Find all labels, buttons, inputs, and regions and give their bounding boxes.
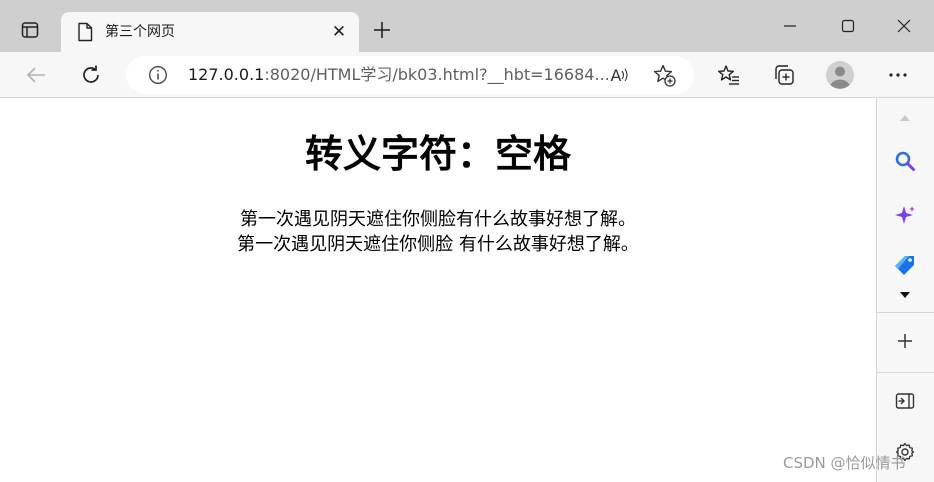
scroll-up-icon	[900, 115, 910, 121]
split-screen-icon	[895, 393, 915, 409]
refresh-icon	[83, 65, 99, 83]
new-tab-button[interactable]	[368, 16, 396, 44]
copilot-icon	[895, 206, 915, 224]
url-path: :8020/HTML学习/bk03.html?__hbt=16684...	[264, 65, 610, 84]
tab-close-button[interactable]: ✕	[329, 22, 349, 42]
active-tab[interactable]: 第三个网页 ✕	[61, 12, 359, 52]
paragraph: 第一次遇见阴天遮住你侧脸有什么故事好想了解。 第一次遇见阴天遮住你侧脸 有什么故…	[0, 207, 876, 257]
sidebar-add-button[interactable]	[890, 326, 920, 356]
search-icon	[895, 151, 915, 171]
info-icon[interactable]	[148, 65, 168, 85]
url-host: 127.0.0.1	[188, 65, 265, 84]
maximize-button[interactable]	[826, 8, 870, 44]
watermark-text: CSDN @恰似情书	[783, 454, 906, 472]
more-dots-icon	[889, 73, 907, 77]
shopping-tag-icon	[895, 256, 914, 275]
add-icon	[898, 334, 912, 348]
refresh-button[interactable]	[75, 59, 107, 91]
edge-sidebar	[876, 98, 934, 482]
read-aloud-button[interactable]: A	[608, 63, 632, 87]
close-icon	[897, 19, 911, 33]
star-plus-icon[interactable]	[652, 63, 676, 87]
profile-avatar-icon	[826, 61, 854, 89]
url-text[interactable]: 127.0.0.1:8020/HTML学习/bk03.html?__hbt=16…	[188, 65, 610, 85]
collections-button[interactable]	[768, 59, 800, 91]
tab-actions-button[interactable]	[12, 14, 48, 46]
collections-icon	[775, 65, 794, 85]
minimize-button[interactable]	[768, 8, 812, 44]
sidebar-expand-button[interactable]	[890, 280, 920, 310]
maximize-icon	[841, 19, 855, 33]
sidebar-scroll-up-button[interactable]	[890, 103, 920, 133]
sidebar-split-button[interactable]	[890, 386, 920, 416]
sidebar-divider	[877, 372, 934, 373]
text-line-1: 第一次遇见阴天遮住你侧脸有什么故事好想了解。	[240, 209, 636, 230]
favorites-button[interactable]	[713, 59, 745, 91]
back-arrow-icon	[26, 67, 45, 83]
address-bar[interactable]: 127.0.0.1:8020/HTML学习/bk03.html?__hbt=16…	[126, 56, 694, 94]
page-content: 转义字符：空格 第一次遇见阴天遮住你侧脸有什么故事好想了解。 第一次遇见阴天遮住…	[0, 98, 876, 482]
window-close-button[interactable]	[882, 8, 926, 44]
plus-icon	[374, 22, 390, 38]
expand-chevron-icon	[900, 292, 910, 298]
page-heading: 转义字符：空格	[304, 132, 571, 176]
more-button[interactable]	[882, 59, 914, 91]
favorites-list-icon	[718, 65, 739, 85]
sidebar-divider	[877, 312, 934, 313]
tab-actions-icon	[21, 22, 39, 38]
back-button[interactable]	[20, 59, 52, 91]
browser-toolbar: 127.0.0.1:8020/HTML学习/bk03.html?__hbt=16…	[0, 52, 934, 98]
sidebar-copilot-button[interactable]	[890, 200, 920, 230]
page-icon	[78, 22, 93, 42]
read-aloud-icon: A	[610, 65, 622, 85]
sidebar-shopping-button[interactable]	[890, 250, 920, 280]
sidebar-search-button[interactable]	[890, 146, 920, 176]
tab-strip: 第三个网页 ✕	[0, 0, 934, 52]
sound-waves-icon	[622, 68, 629, 82]
text-line-2: 第一次遇见阴天遮住你侧脸 有什么故事好想了解。	[237, 234, 639, 255]
minimize-icon	[784, 25, 796, 27]
profile-button[interactable]	[824, 59, 856, 91]
tab-title: 第三个网页	[105, 24, 175, 40]
